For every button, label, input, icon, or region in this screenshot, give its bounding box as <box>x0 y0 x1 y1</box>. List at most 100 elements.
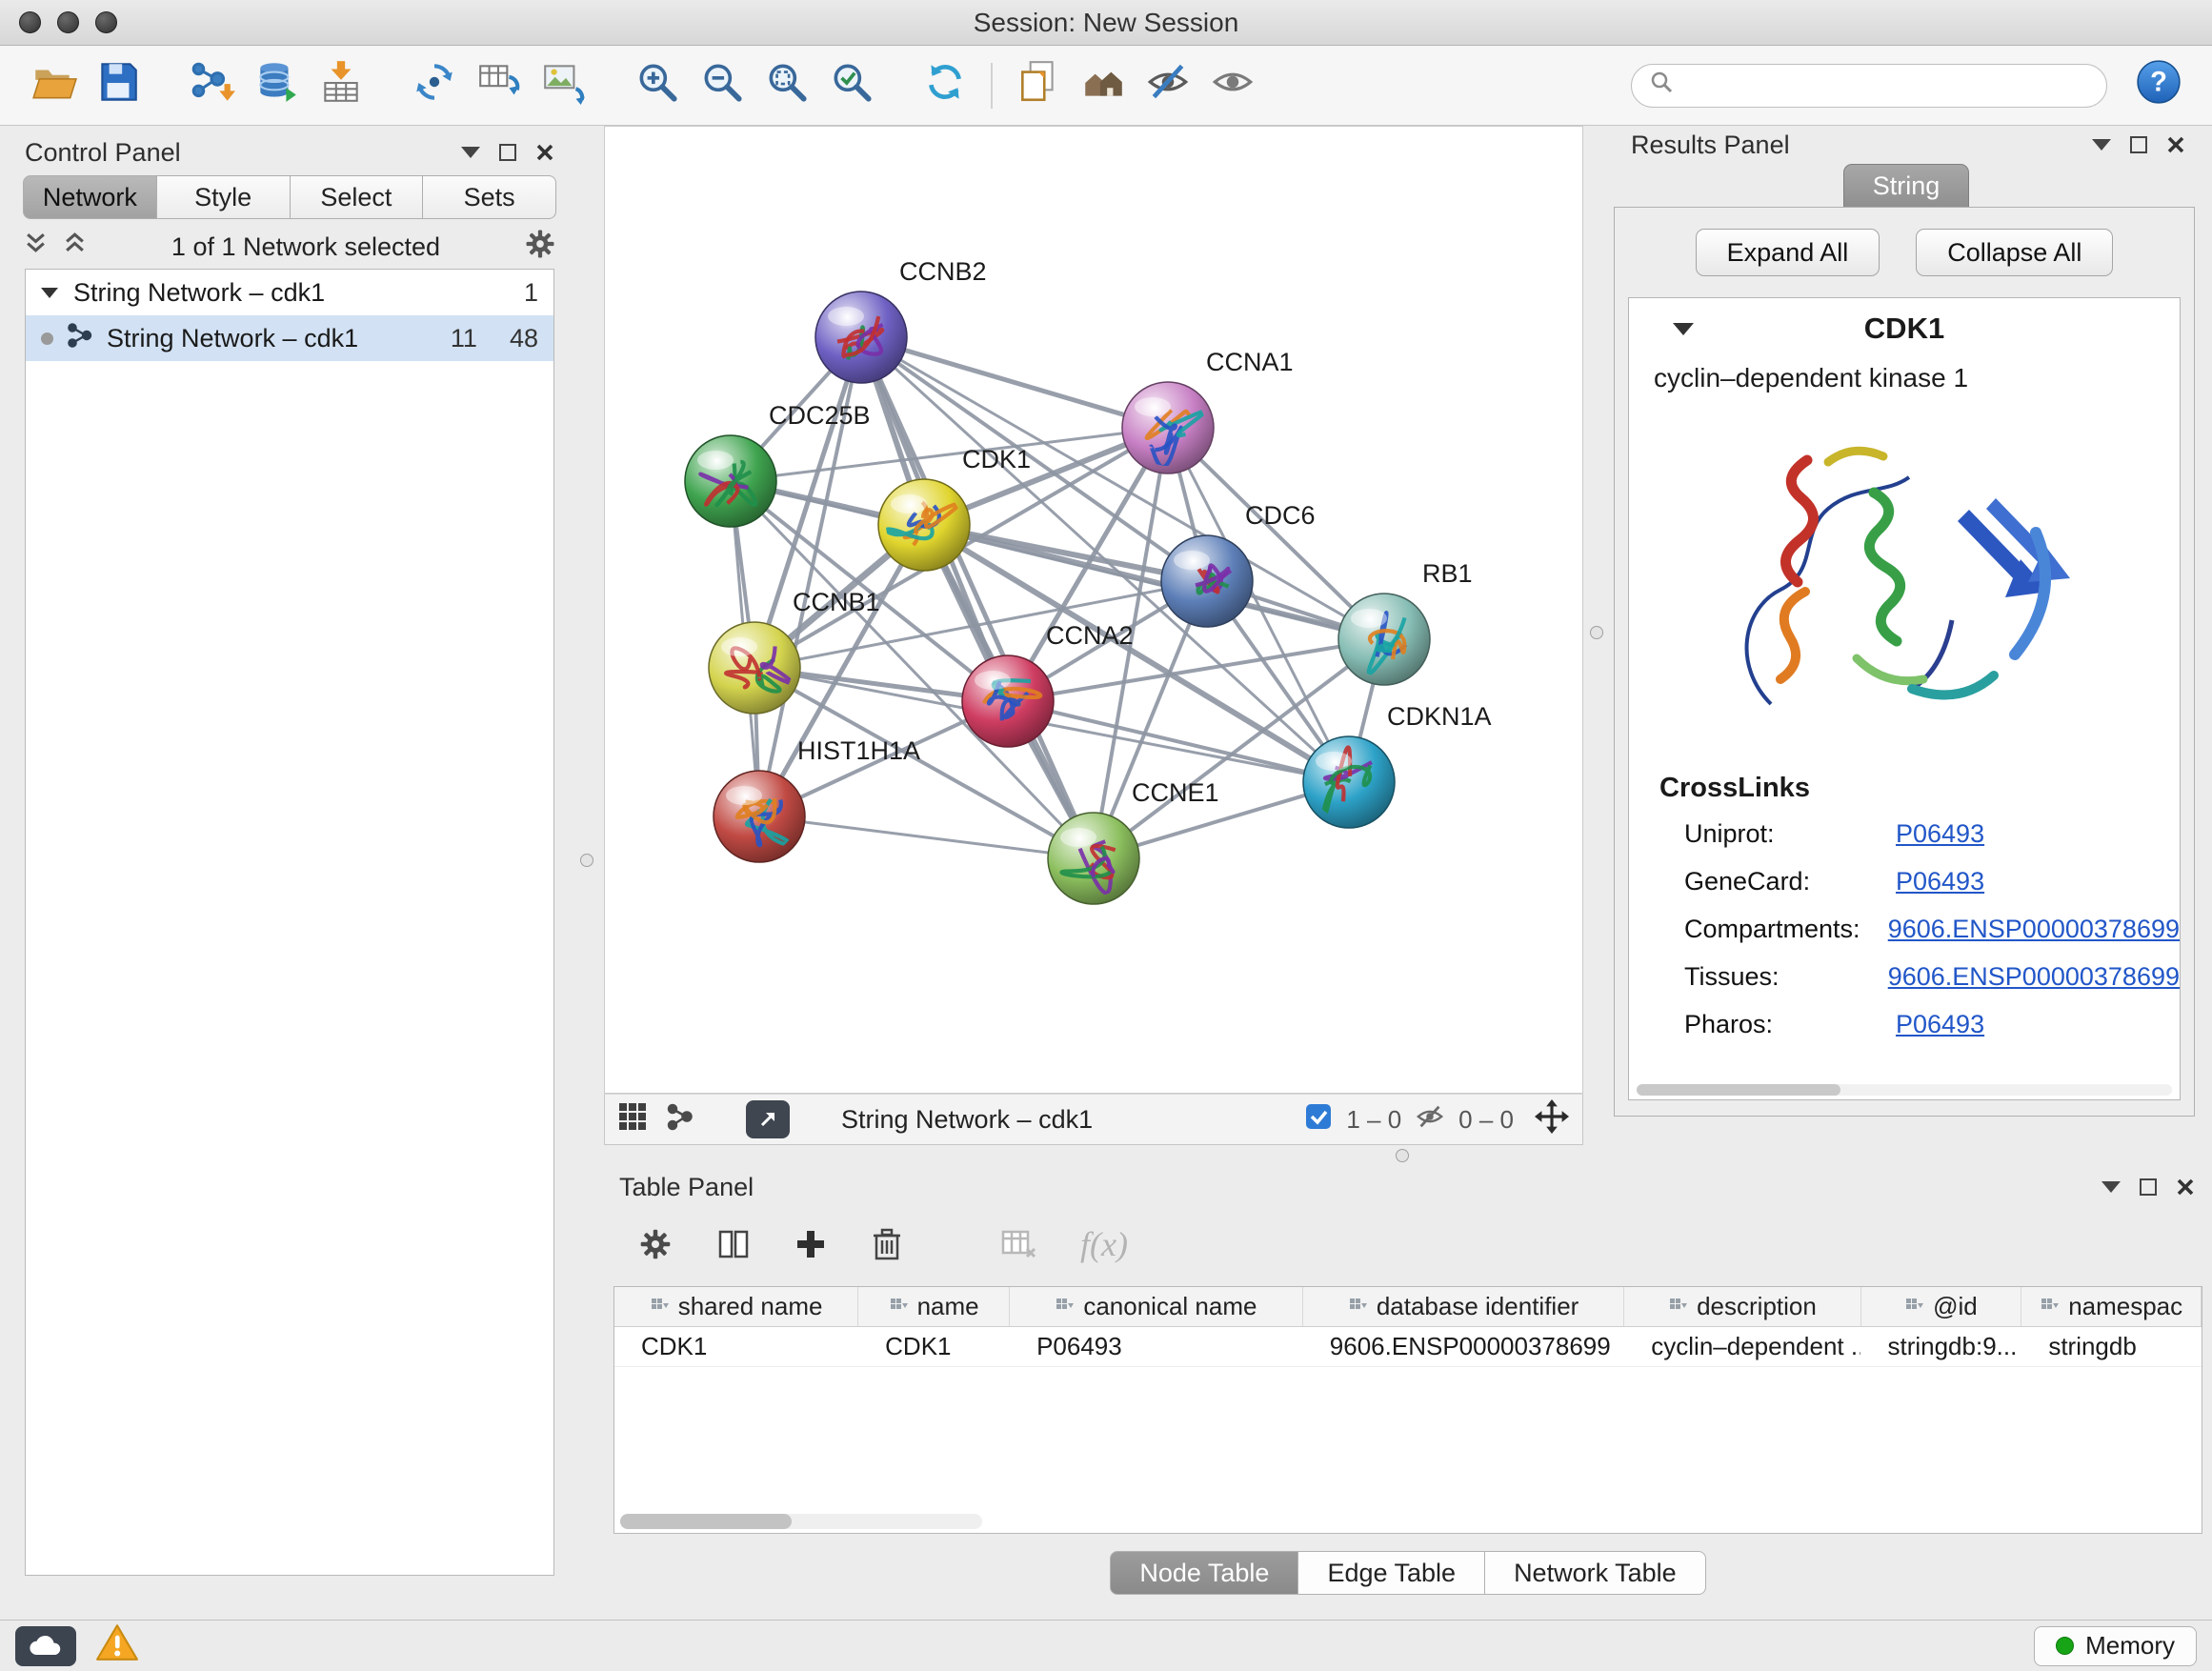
cloud-button[interactable] <box>15 1626 76 1666</box>
column-header-name[interactable]: name <box>858 1287 1010 1326</box>
column-header-@id[interactable]: @id <box>1861 1287 2022 1326</box>
table-type-tabs: Node TableEdge TableNetwork Table <box>604 1551 2212 1595</box>
network-icon <box>67 322 93 355</box>
hidden-eye-icon[interactable] <box>1415 1102 1445 1137</box>
crosslink-row: Pharos:P06493 <box>1684 1010 2180 1039</box>
panel-menu-icon[interactable] <box>2101 1181 2121 1193</box>
help-button[interactable]: ? <box>2126 53 2191 118</box>
column-header-shared-name[interactable]: shared name <box>614 1287 858 1326</box>
pan-crosshair-icon[interactable] <box>1535 1099 1569 1140</box>
close-window-button[interactable] <box>19 11 41 33</box>
node-label: CCNA2 <box>1046 621 1134 650</box>
import-network-from-file-button[interactable] <box>179 53 244 118</box>
open-session-button[interactable] <box>21 53 86 118</box>
detach-view-button[interactable] <box>746 1100 790 1138</box>
add-column-icon[interactable] <box>794 1228 827 1260</box>
selected-checkbox-icon[interactable] <box>1304 1102 1333 1137</box>
show-all-button[interactable] <box>1200 53 1265 118</box>
table-horizontal-scrollbar[interactable] <box>620 1514 982 1529</box>
network-node-HIST1H1A[interactable]: HIST1H1A <box>714 736 920 862</box>
tab-edge-table[interactable]: Edge Table <box>1298 1551 1485 1595</box>
crosslink-link[interactable]: 9606.ENSP00000378699 <box>1888 915 2180 944</box>
database-icon <box>252 58 300 112</box>
network-collection-row[interactable]: String Network – cdk11 <box>26 270 553 315</box>
import-table-from-file-button[interactable] <box>309 53 373 118</box>
network-canvas[interactable]: CCNB2CCNA1CDC25BCDK1CDC6RB1CCNB1CCNA2CDK… <box>604 126 1583 1094</box>
export-image-button[interactable] <box>532 53 596 118</box>
import-network-from-database-button[interactable] <box>244 53 309 118</box>
panel-close-icon[interactable] <box>2166 135 2185 154</box>
zoom-selected-button[interactable] <box>819 53 884 118</box>
crosslink-link[interactable]: 9606.ENSP00000378699 <box>1888 962 2180 992</box>
zoom-in-button[interactable] <box>625 53 690 118</box>
tab-string[interactable]: String <box>1843 164 1969 208</box>
expand-all-button[interactable]: Expand All <box>1696 229 1880 276</box>
panel-close-icon[interactable] <box>2176 1178 2195 1197</box>
tab-style[interactable]: Style <box>156 175 290 219</box>
table-row[interactable]: CDK1CDK1P064939606.ENSP00000378699cyclin… <box>614 1327 2202 1367</box>
bottom-splitter-handle[interactable] <box>1396 1149 1409 1162</box>
tab-select[interactable]: Select <box>290 175 423 219</box>
refresh-icon <box>921 58 969 112</box>
zoom-fit-button[interactable] <box>754 53 819 118</box>
column-header-canonical-name[interactable]: canonical name <box>1010 1287 1303 1326</box>
home-button[interactable] <box>1071 53 1136 118</box>
table-settings-gear-icon[interactable] <box>638 1227 673 1261</box>
zoom-in-icon <box>633 58 681 112</box>
show-columns-icon[interactable] <box>716 1227 751 1261</box>
memory-button[interactable]: Memory <box>2034 1626 2197 1666</box>
tab-network-table[interactable]: Network Table <box>1485 1551 1706 1595</box>
column-header-description[interactable]: description <box>1624 1287 1860 1326</box>
paste-annotation-button[interactable] <box>1006 53 1071 118</box>
network-node-CCNE1[interactable]: CCNE1 <box>1048 778 1219 904</box>
panel-close-icon[interactable] <box>535 143 554 162</box>
grid-view-icon[interactable] <box>618 1102 647 1137</box>
collapse-gene-icon[interactable] <box>1673 323 1694 335</box>
crosslink-link[interactable]: P06493 <box>1896 867 1984 896</box>
panel-menu-icon[interactable] <box>461 147 480 158</box>
tab-node-table[interactable]: Node Table <box>1110 1551 1298 1595</box>
results-panel: Results Panel String Expand All Collapse… <box>1610 126 2202 1160</box>
panel-float-icon[interactable] <box>2140 1178 2157 1196</box>
scrollbar-thumb[interactable] <box>620 1514 792 1529</box>
crosslink-row: Compartments:9606.ENSP00000378699 <box>1684 915 2180 944</box>
zoom-out-button[interactable] <box>690 53 754 118</box>
left-splitter-handle[interactable] <box>580 854 593 867</box>
tab-network[interactable]: Network <box>23 175 156 219</box>
warning-icon[interactable] <box>95 1622 139 1669</box>
collapse-all-button[interactable]: Collapse All <box>1916 229 2113 276</box>
gear-icon[interactable] <box>524 228 556 267</box>
network-node-CDKN1A[interactable]: CDKN1A <box>1303 702 1492 828</box>
window-title: Session: New Session <box>0 8 2212 38</box>
search-input[interactable] <box>1685 70 2089 100</box>
column-header-database-identifier[interactable]: database identifier <box>1303 1287 1625 1326</box>
collapse-all-icon[interactable] <box>23 231 49 263</box>
delete-column-trash-icon[interactable] <box>871 1227 903 1261</box>
collection-disclosure-icon[interactable] <box>41 288 58 298</box>
zoom-window-button[interactable] <box>95 11 117 33</box>
panel-menu-icon[interactable] <box>2092 139 2111 151</box>
network-row[interactable]: String Network – cdk11148 <box>26 315 553 361</box>
table-tools-button[interactable] <box>467 53 532 118</box>
right-splitter-handle[interactable] <box>1590 626 1603 639</box>
import-network-icon <box>188 58 235 112</box>
network-node-CCNA1[interactable]: CCNA1 <box>1122 348 1294 473</box>
memory-status-dot <box>2056 1637 2074 1655</box>
column-header-namespac[interactable]: namespac <box>2021 1287 2202 1326</box>
crosslink-link[interactable]: P06493 <box>1896 1010 1984 1039</box>
tab-sets[interactable]: Sets <box>422 175 556 219</box>
expand-all-icon[interactable] <box>62 231 88 263</box>
panel-float-icon[interactable] <box>2130 136 2147 153</box>
minimize-window-button[interactable] <box>57 11 79 33</box>
panel-float-icon[interactable] <box>499 144 516 161</box>
network-node-RB1[interactable]: RB1 <box>1338 559 1473 685</box>
gene-name: CDK1 <box>1694 312 2115 346</box>
network-tools-button[interactable] <box>402 53 467 118</box>
network-overview-icon[interactable] <box>666 1102 694 1137</box>
hide-selected-button[interactable] <box>1136 53 1200 118</box>
crosslink-link[interactable]: P06493 <box>1896 819 1984 849</box>
refresh-view-button[interactable] <box>913 53 977 118</box>
results-horizontal-scrollbar[interactable] <box>1637 1084 2172 1096</box>
scrollbar-thumb[interactable] <box>1637 1084 1840 1096</box>
save-session-button[interactable] <box>86 53 151 118</box>
